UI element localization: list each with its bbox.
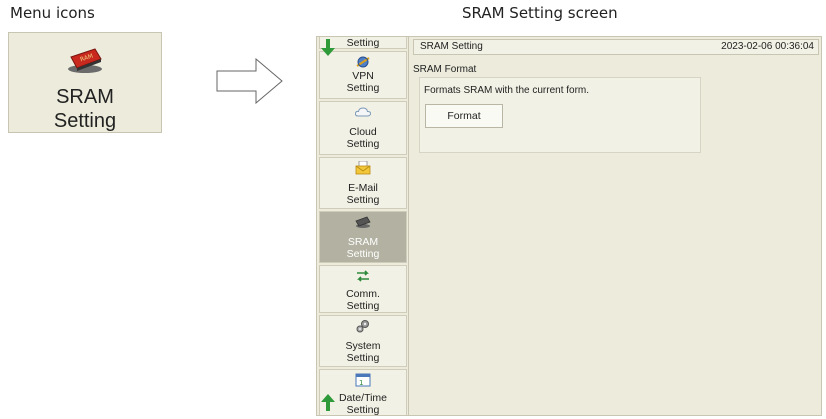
sidebar-item-label: SRAM <box>347 236 379 248</box>
menu-icon-label-line1: SRAM <box>56 86 114 108</box>
svg-text:1: 1 <box>359 379 363 387</box>
sidebar-item-label: Setting <box>346 82 380 94</box>
sidebar-item-label: Cloud <box>349 126 377 138</box>
scroll-up-arrow-icon[interactable] <box>321 393 335 411</box>
scroll-down-arrow-icon[interactable] <box>321 39 335 57</box>
sidebar-item-label: System <box>345 340 381 352</box>
settings-sidebar: Setting VPN Setting Cloud Setting E-Mail… <box>317 37 409 415</box>
calendar-icon: 1 <box>355 373 371 387</box>
sidebar-item-label: Setting <box>346 352 380 364</box>
sram-card-icon <box>355 216 371 228</box>
sidebar-item-vpn[interactable]: VPN Setting <box>319 51 407 99</box>
title-bar: SRAM Setting 2023-02-06 00:36:04 <box>413 39 819 55</box>
sram-setting-menu-icon[interactable]: RAM SRAM Setting <box>8 32 162 133</box>
sidebar-item-label: Setting <box>346 300 380 312</box>
sidebar-item-label: Setting <box>346 138 380 150</box>
format-description: Formats SRAM with the current form. <box>424 85 590 96</box>
sram-format-box: Formats SRAM with the current form. Form… <box>419 77 701 153</box>
menu-icons-caption: Menu icons <box>10 4 95 22</box>
sram-format-section-label: SRAM Format <box>413 64 477 75</box>
sidebar-item-label: Setting <box>346 248 380 260</box>
email-icon <box>355 161 371 175</box>
datetime-display: 2023-02-06 00:36:04 <box>721 41 814 52</box>
right-arrow-icon <box>216 58 283 104</box>
sidebar-item-sram[interactable]: SRAM Setting <box>319 211 407 263</box>
sidebar-item-comm[interactable]: Comm. Setting <box>319 265 407 313</box>
gear-icon <box>356 320 369 333</box>
sidebar-item-cloud[interactable]: Cloud Setting <box>319 101 407 155</box>
main-panel: SRAM Setting 2023-02-06 00:36:04 SRAM Fo… <box>409 37 821 415</box>
menu-icon-label-line2: Setting <box>53 110 117 132</box>
sram-setting-screen: Setting VPN Setting Cloud Setting E-Mail… <box>316 36 822 416</box>
vpn-icon <box>356 56 370 68</box>
screen-title: SRAM Setting <box>420 41 483 52</box>
comm-icon <box>357 270 369 282</box>
sidebar-item-email[interactable]: E-Mail Setting <box>319 157 407 209</box>
format-button[interactable]: Format <box>425 104 503 128</box>
sidebar-item-system[interactable]: System Setting <box>319 315 407 367</box>
sidebar-item-label: VPN <box>352 70 374 82</box>
sram-screen-caption: SRAM Setting screen <box>462 4 618 22</box>
sidebar-item-label: Comm. <box>346 288 380 300</box>
sidebar-item-label: Setting <box>346 194 380 206</box>
sidebar-item-label: E-Mail <box>348 182 378 194</box>
sram-card-icon: RAM <box>68 48 102 73</box>
cloud-icon <box>354 107 372 117</box>
